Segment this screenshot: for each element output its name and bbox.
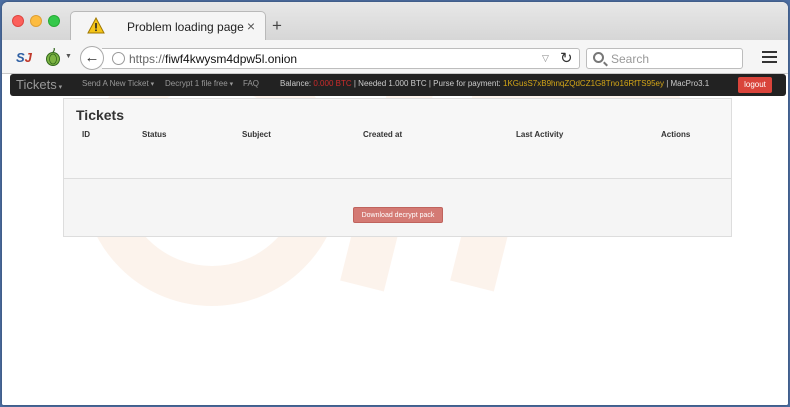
download-decrypt-button[interactable]: Download decrypt pack bbox=[353, 207, 443, 223]
url-host: fiwf4kwysm4dpw5l.onion bbox=[165, 52, 298, 66]
browser-window: Problem loading page × + SJ ▼ https://fi… bbox=[2, 2, 788, 405]
tickets-panel: Tickets ID Status Subject Created at Las… bbox=[63, 98, 732, 237]
extension-icon[interactable]: SJ bbox=[16, 50, 32, 65]
chevron-down-icon[interactable]: ▼ bbox=[65, 53, 72, 60]
browser-toolbar: SJ ▼ https://fiwf4kwysm4dpw5l.onion ▽ ↻ … bbox=[2, 40, 788, 74]
new-tab-button[interactable]: + bbox=[272, 17, 282, 34]
page-title: Tickets bbox=[76, 107, 124, 123]
search-input[interactable]: Search bbox=[586, 48, 743, 69]
back-arrow-icon: ← bbox=[84, 49, 100, 66]
logout-button[interactable]: logout bbox=[738, 77, 772, 93]
balance-value: 0.000 BTC bbox=[313, 79, 352, 88]
nav-status: Balance: 0.000 BTC | Needed 1.000 BTC | … bbox=[280, 79, 709, 88]
purse-address[interactable]: 1KGusS7xB9hnqZQdCZ1G8Tno16RfTS95ey bbox=[503, 79, 664, 88]
maximize-window-button[interactable] bbox=[48, 15, 60, 27]
nav-item-faq[interactable]: FAQ bbox=[243, 79, 259, 88]
url-text[interactable]: https://fiwf4kwysm4dpw5l.onion bbox=[129, 52, 297, 66]
user-text: | MacPro3.1 bbox=[666, 79, 710, 88]
browser-tab[interactable]: Problem loading page × bbox=[70, 11, 266, 41]
column-header-created: Created at bbox=[363, 130, 403, 139]
nav-item-send-ticket[interactable]: Send A New Ticket bbox=[82, 79, 154, 88]
tab-close-icon[interactable]: × bbox=[247, 18, 255, 34]
url-dropdown-icon[interactable]: ▽ bbox=[542, 53, 549, 64]
nav-brand-tickets[interactable]: Tickets bbox=[16, 77, 62, 92]
extension-letter-j: J bbox=[24, 50, 32, 65]
url-scheme: https:// bbox=[129, 52, 166, 66]
site-navbar: Tickets Send A New Ticket Decrypt 1 file… bbox=[10, 74, 786, 96]
nav-item-decrypt-free[interactable]: Decrypt 1 file free bbox=[165, 79, 233, 88]
search-placeholder: Search bbox=[611, 52, 650, 66]
back-button[interactable]: ← bbox=[80, 46, 104, 70]
tor-onion-icon[interactable] bbox=[45, 48, 61, 66]
globe-icon bbox=[112, 52, 125, 65]
tickets-table: Tickets ID Status Subject Created at Las… bbox=[64, 99, 731, 179]
title-bar: Problem loading page × + bbox=[2, 2, 788, 41]
column-header-status: Status bbox=[142, 130, 167, 139]
column-header-last-activity: Last Activity bbox=[516, 130, 564, 139]
column-header-subject: Subject bbox=[242, 130, 271, 139]
balance-label: Balance: bbox=[280, 79, 312, 88]
tab-title: Problem loading page bbox=[127, 20, 244, 34]
minimize-window-button[interactable] bbox=[30, 15, 42, 27]
needed-text: | Needed 1.000 BTC | Purse for payment: bbox=[353, 79, 501, 88]
warning-icon bbox=[87, 17, 105, 34]
extension-letter-s: S bbox=[16, 50, 25, 65]
reload-icon[interactable]: ↻ bbox=[560, 49, 573, 67]
column-header-actions: Actions bbox=[661, 130, 691, 139]
column-header-id: ID bbox=[82, 130, 90, 139]
search-icon bbox=[593, 52, 604, 63]
url-bar[interactable]: https://fiwf4kwysm4dpw5l.onion ▽ ↻ bbox=[102, 48, 580, 69]
menu-icon[interactable] bbox=[762, 51, 777, 63]
page-content: Tickets ID Status Subject Created at Las… bbox=[2, 96, 788, 405]
close-window-button[interactable] bbox=[12, 15, 24, 27]
